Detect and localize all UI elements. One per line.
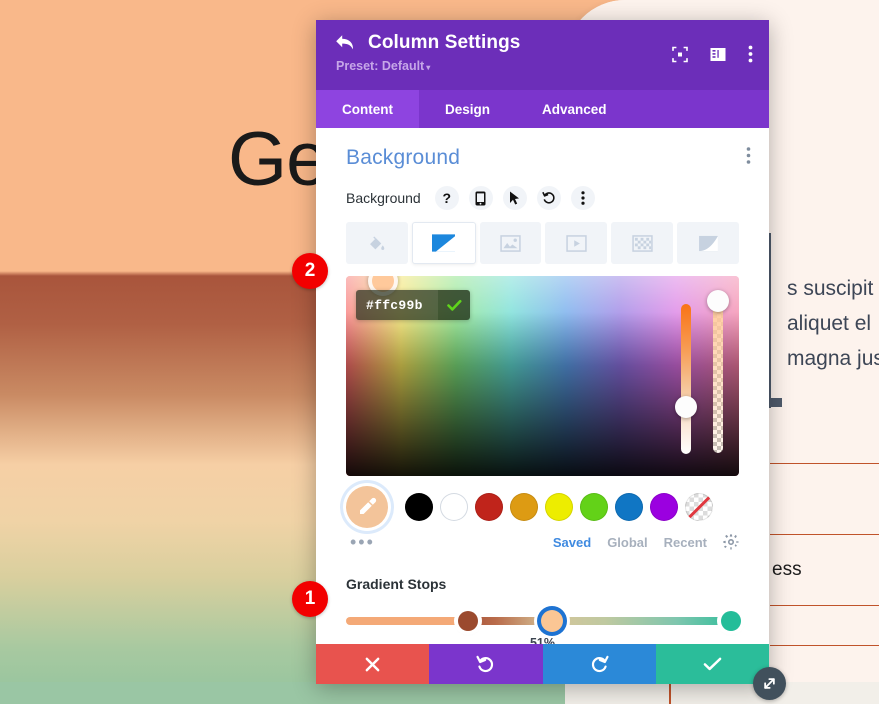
palette-tab-global[interactable]: Global [607,535,647,550]
save-button[interactable] [655,644,769,684]
swatch-transparent[interactable] [685,493,713,521]
tab-design[interactable]: Design [419,90,516,128]
swatch-white[interactable] [440,493,468,521]
opacity-slider-handle[interactable] [707,290,729,312]
table-row: ess [770,535,879,606]
gradient-stops-slider[interactable]: 51% [346,610,742,644]
tab-advanced[interactable]: Advanced [516,90,633,128]
back-arrow-icon[interactable] [334,32,356,54]
table-row [770,606,879,646]
gear-icon[interactable] [723,534,739,550]
background-gradient-tab[interactable] [411,222,476,264]
page-footer-band-right [565,682,879,704]
callout-badge-2: 2 [292,253,328,289]
background-type-tabs [316,210,769,264]
kebab-menu-icon[interactable] [748,45,753,63]
palette-tab-saved[interactable]: Saved [553,535,591,550]
background-field-label: Background [346,190,421,206]
page-heading: Ge [228,117,328,202]
palette-tab-recent[interactable]: Recent [664,535,707,550]
page-marker [770,398,782,407]
hex-input[interactable] [356,290,438,320]
page-blockquote: s suscipit t aliquet el magna jus [762,233,879,408]
page-table: ess [770,424,879,646]
background-image-tab[interactable] [479,222,542,264]
cursor-pointer-icon[interactable] [502,186,527,210]
help-question-icon[interactable]: ? [434,186,459,210]
gradient-stop-3[interactable] [721,611,742,631]
undo-button[interactable] [429,644,543,684]
swatch-red[interactable] [475,493,503,521]
background-pattern-tab[interactable] [611,222,674,264]
background-mask-tab[interactable] [677,222,739,264]
swatch-orange[interactable] [510,493,538,521]
color-swatch-row [316,476,769,528]
hex-color-field[interactable] [356,290,470,320]
color-picker[interactable] [346,276,739,476]
callout-badge-1: 1 [292,581,328,617]
brightness-slider[interactable] [675,304,697,454]
focus-frame-icon[interactable] [672,46,688,62]
resize-diagonal-icon[interactable] [753,667,786,700]
swatch-green[interactable] [580,493,608,521]
background-video-tab[interactable] [545,222,608,264]
gradient-stop-position-value: 51% [529,636,556,644]
quote-line-3: magna jus [787,347,879,370]
tab-content[interactable]: Content [316,90,419,128]
background-field-row: Background ? [316,170,769,210]
modal-body: Background Background ? #ffc99b ••• Save… [316,128,769,644]
modal-title: Column Settings [368,32,521,53]
page-footer-divider [669,682,671,704]
hex-confirm-checkmark-icon[interactable] [438,290,470,320]
field-kebab-menu-icon[interactable] [570,186,595,210]
table-row [770,424,879,464]
column-settings-modal: Column Settings Preset: Default ▾ Conten… [316,20,769,684]
quote-line-2: aliquet el [787,312,872,335]
discard-button[interactable] [316,644,430,684]
mobile-device-icon[interactable] [468,186,493,210]
background-color-tab[interactable] [346,222,408,264]
brightness-slider-handle[interactable] [675,396,697,418]
modal-footer-actions [316,644,769,684]
gradient-stop-2[interactable] [540,610,563,632]
reset-undo-icon[interactable] [536,186,561,210]
section-title-background: Background [346,146,461,169]
eyedropper-button[interactable] [346,486,388,528]
preset-label: Preset: Default [336,59,425,73]
swatch-purple[interactable] [650,493,678,521]
page-footer-band-left [0,682,565,704]
swatch-blue[interactable] [615,493,643,521]
gradient-stops-label: Gradient Stops [346,576,447,592]
gradient-stop-1[interactable] [458,611,478,631]
modal-tab-bar: Content Design Advanced [316,90,769,128]
section-kebab-menu-icon[interactable] [746,147,751,169]
page-blockquote-text: s suscipit t aliquet el magna jus [787,233,879,376]
table-row [770,464,879,535]
opacity-slider[interactable] [707,290,729,453]
more-swatches-button[interactable]: ••• [350,533,375,551]
redo-button[interactable] [542,644,656,684]
chevron-down-icon: ▾ [426,63,431,72]
split-layout-icon[interactable] [710,46,726,62]
modal-header: Column Settings Preset: Default ▾ [316,20,769,90]
swatch-yellow[interactable] [545,493,573,521]
quote-line-1: s suscipit t [787,277,879,300]
swatch-black[interactable] [405,493,433,521]
